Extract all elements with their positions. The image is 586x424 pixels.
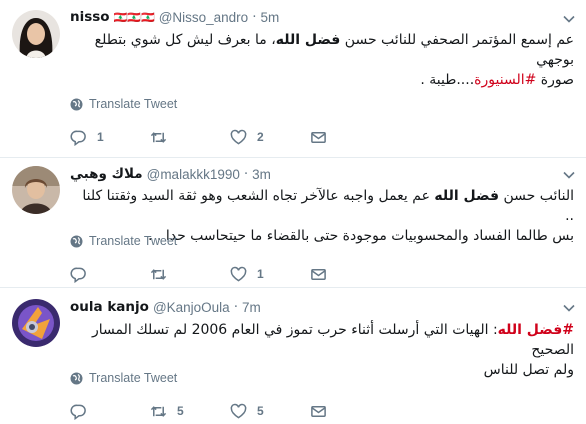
- translate-tweet-link[interactable]: Translate Tweet: [70, 234, 177, 248]
- translate-label: Translate Tweet: [89, 97, 178, 111]
- tweet-actions: 1 2: [70, 128, 390, 146]
- tweet-1[interactable]: nisso 🇱🇧🇱🇧🇱🇧 @Nisso_andro · 5m عم إسمع ا…: [0, 0, 586, 158]
- flags-emoji: 🇱🇧🇱🇧🇱🇧: [113, 10, 155, 24]
- retweet-icon: [150, 131, 167, 143]
- reply-button[interactable]: [70, 402, 150, 420]
- retweet-count: 5: [177, 404, 184, 418]
- chevron-down-icon[interactable]: [562, 12, 576, 26]
- like-count: 5: [257, 404, 264, 418]
- avatar[interactable]: [12, 166, 60, 214]
- reply-icon: [70, 267, 86, 283]
- like-button[interactable]: 2: [230, 128, 310, 146]
- text-line: بوجهي: [536, 52, 574, 68]
- tweet-3[interactable]: oula kanjo @KanjoOula · 7m #فضل الله: ال…: [0, 288, 586, 424]
- tweet-actions: 5 5: [70, 402, 390, 420]
- separator-dot: ·: [243, 166, 249, 182]
- tweet-actions: 1: [70, 265, 390, 283]
- globe-icon: [70, 235, 83, 247]
- reply-button[interactable]: [70, 265, 150, 283]
- translate-tweet-link[interactable]: Translate Tweet: [70, 371, 177, 385]
- envelope-icon: [311, 405, 326, 417]
- text-part: ، ما بعرف ليش كل شوي بتطلع: [94, 32, 276, 48]
- translate-label: Translate Tweet: [89, 371, 178, 385]
- timestamp[interactable]: 7m: [242, 300, 261, 315]
- user-handle[interactable]: @KanjoOula: [153, 300, 230, 315]
- globe-icon: [70, 372, 83, 384]
- reply-icon: [70, 404, 86, 420]
- tweet-header: ملاك وهبي @malakkk1990 · 3m: [70, 166, 271, 182]
- text-part: ....طيبة .: [420, 72, 475, 88]
- retweet-button[interactable]: [150, 265, 230, 283]
- retweet-button[interactable]: 5: [150, 402, 230, 420]
- tweet-header: oula kanjo @KanjoOula · 7m: [70, 299, 261, 315]
- heart-icon: [230, 403, 247, 419]
- text-part: صورة: [536, 72, 574, 88]
- display-name[interactable]: oula kanjo: [70, 299, 149, 315]
- text-part: النائب حسن: [499, 188, 574, 204]
- globe-icon: [70, 98, 83, 110]
- retweet-button[interactable]: [150, 128, 230, 146]
- translate-tweet-link[interactable]: Translate Tweet: [70, 97, 177, 111]
- display-name[interactable]: nisso: [70, 9, 110, 25]
- hashtag-link[interactable]: #السنيورة: [474, 72, 536, 88]
- reply-count: 1: [97, 130, 104, 144]
- separator-dot: ·: [233, 299, 238, 315]
- bold-keyword: فضل الله: [275, 32, 341, 48]
- like-button[interactable]: 5: [230, 402, 310, 420]
- direct-message-button[interactable]: [310, 402, 390, 420]
- heart-icon: [230, 266, 247, 282]
- retweet-icon: [150, 405, 167, 417]
- bold-keyword: فضل الله: [434, 188, 499, 204]
- reply-button[interactable]: 1: [70, 128, 150, 146]
- hashtag-link[interactable]: #فضل الله: [498, 322, 574, 338]
- separator-dot: ·: [252, 9, 257, 25]
- envelope-icon: [311, 268, 326, 280]
- chevron-down-icon[interactable]: [562, 168, 576, 182]
- timestamp[interactable]: 5m: [260, 10, 279, 25]
- like-count: 1: [257, 267, 264, 281]
- reply-icon: [70, 130, 86, 146]
- like-button[interactable]: 1: [230, 265, 310, 283]
- translate-label: Translate Tweet: [89, 234, 178, 248]
- timestamp[interactable]: 3m: [252, 167, 271, 182]
- tweet-text: عم إسمع المؤتمر الصحفي للنائب حسن فضل ال…: [70, 30, 574, 90]
- chevron-down-icon[interactable]: [562, 301, 576, 315]
- display-name[interactable]: ملاك وهبي: [70, 166, 143, 182]
- tweet-2[interactable]: ملاك وهبي @malakkk1990 · 3m النائب حسن ف…: [0, 158, 586, 288]
- direct-message-button[interactable]: [310, 265, 390, 283]
- avatar[interactable]: [12, 10, 60, 58]
- envelope-icon: [311, 131, 326, 143]
- avatar[interactable]: [12, 299, 60, 347]
- tweet-header: nisso 🇱🇧🇱🇧🇱🇧 @Nisso_andro · 5m: [70, 9, 279, 25]
- user-handle[interactable]: @malakkk1990: [147, 167, 240, 182]
- retweet-icon: [150, 268, 167, 280]
- user-handle[interactable]: @Nisso_andro: [159, 10, 249, 25]
- heart-icon: [230, 129, 247, 145]
- text-part: عم إسمع المؤتمر الصحفي للنائب حسن: [340, 32, 574, 48]
- like-count: 2: [257, 130, 264, 144]
- direct-message-button[interactable]: [310, 128, 390, 146]
